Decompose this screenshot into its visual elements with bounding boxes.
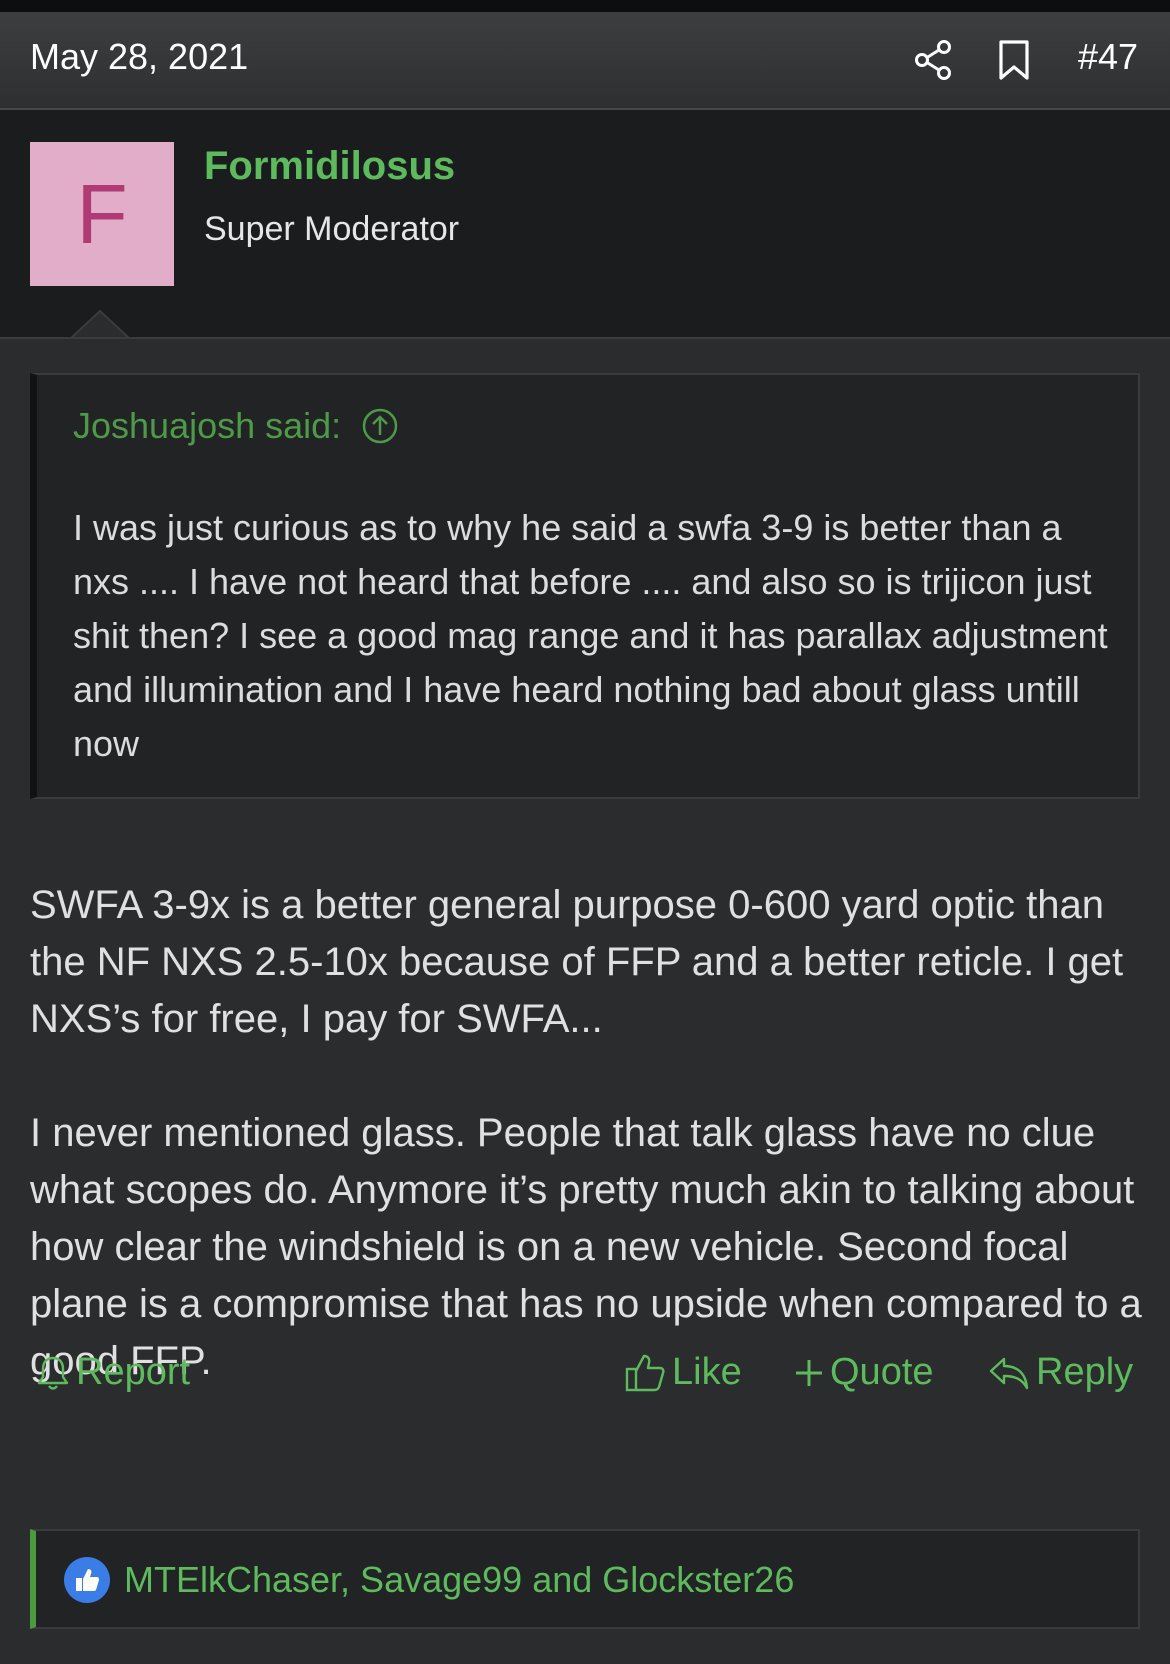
quote-author[interactable]: Joshuajosh said: [73,405,341,447]
message-body: Joshuajosh said: I was just curious as t… [0,337,1170,1664]
user-title: Super Moderator [204,210,460,248]
report-label: Report [76,1351,191,1393]
avatar-letter: F [76,166,128,261]
user-block: F Formidilosus Super Moderator [0,110,1170,337]
quote-button[interactable]: Quote [794,1351,934,1394]
reply-label: Reply [1036,1351,1134,1393]
top-strip [0,0,1170,12]
like-button[interactable]: Like [624,1351,742,1394]
post-paragraph: I never mentioned glass. People that tal… [30,1111,1142,1383]
quote-label: Quote [830,1351,934,1393]
user-arrow-pointer [70,310,130,340]
share-icon[interactable] [912,38,956,82]
quote-block: Joshuajosh said: I was just curious as t… [30,373,1140,799]
thumbs-up-icon [625,1354,665,1391]
quote-text: I was just curious as to why he said a s… [73,507,1108,764]
post-number-link[interactable]: #47 [1078,36,1138,78]
like-label: Like [672,1351,742,1393]
like-reaction-icon [64,1557,110,1603]
username-link[interactable]: Formidilosus [204,144,455,189]
quote-attribution[interactable]: Joshuajosh said: [73,405,399,447]
avatar[interactable]: F [30,142,174,286]
reply-button[interactable]: Reply [988,1351,1133,1394]
plus-icon [796,1359,822,1386]
post-date[interactable]: May 28, 2021 [30,36,248,78]
reactions-bar: MTElkChaser, Savage99 and Glockster26 [30,1529,1140,1629]
post-text: SWFA 3-9x is a better general purpose 0-… [30,877,1145,1447]
report-button[interactable]: Report [36,1351,190,1394]
bookmark-icon[interactable] [996,38,1032,82]
post-header: May 28, 2021 #47 [0,12,1170,110]
arrow-up-circle-icon[interactable] [361,407,399,445]
post-paragraph: SWFA 3-9x is a better general purpose 0-… [30,883,1124,1041]
bell-icon [37,1356,69,1390]
reaction-users-link[interactable]: MTElkChaser, Savage99 and Glockster26 [124,1559,794,1601]
reply-arrow-icon [989,1357,1029,1389]
